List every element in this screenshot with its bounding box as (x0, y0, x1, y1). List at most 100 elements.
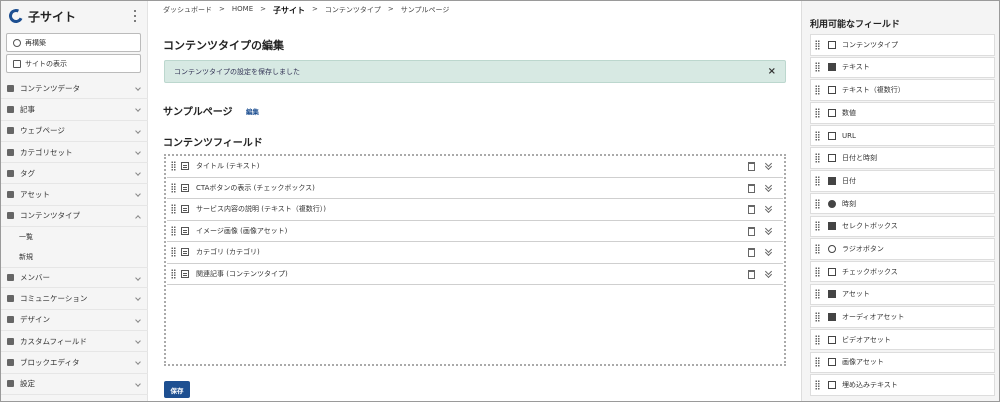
field-row[interactable]: タイトル (テキスト) (167, 156, 783, 178)
drag-handle-icon[interactable] (171, 161, 176, 172)
breadcrumb-content-type[interactable]: コンテンツタイプ (325, 5, 381, 16)
breadcrumb-dashboard[interactable]: ダッシュボード (163, 5, 212, 16)
available-field-multiline-text[interactable]: テキスト（複数行） (810, 79, 995, 101)
drag-handle-icon[interactable] (815, 153, 820, 164)
available-field-label: 画像アセット (842, 358, 884, 367)
view-site-button[interactable]: サイトの表示 (6, 54, 141, 73)
available-field-select[interactable]: セレクトボックス (810, 215, 995, 237)
available-field-text[interactable]: テキスト (810, 56, 995, 79)
sidebar-item-design[interactable]: デザイン (1, 310, 148, 331)
alert-message: コンテンツタイプの設定を保存しました (174, 67, 300, 76)
drag-handle-icon[interactable] (815, 266, 820, 277)
drag-handle-icon[interactable] (815, 289, 820, 300)
sidebar-item-member[interactable]: メンバー (1, 267, 148, 289)
trash-icon[interactable] (748, 248, 755, 257)
expand-chevron-icon[interactable] (765, 226, 773, 236)
drag-handle-icon[interactable] (815, 62, 820, 73)
sidebar-item-category-set[interactable]: カテゴリセット (1, 142, 148, 164)
trash-icon[interactable] (748, 205, 755, 214)
sidebar-item-asset[interactable]: アセット (1, 184, 148, 206)
field-row[interactable]: カテゴリ (カテゴリ) (167, 242, 783, 264)
drag-handle-icon[interactable] (815, 243, 820, 254)
sidebar-item-content-data[interactable]: コンテンツデータ (1, 78, 148, 100)
field-row[interactable]: CTAボタンの表示 (チェックボックス) (167, 178, 783, 199)
edit-link[interactable]: 編集 (246, 106, 259, 116)
drag-handle-icon[interactable] (815, 334, 820, 345)
sidebar-item-label: 記事 (20, 104, 35, 114)
more-menu-icon[interactable] (131, 10, 139, 22)
available-field-checkbox[interactable]: チェックボックス (810, 260, 995, 283)
trash-icon[interactable] (748, 269, 755, 279)
available-field-date[interactable]: 日付 (810, 170, 995, 192)
drag-handle-icon[interactable] (815, 39, 820, 50)
trash-icon[interactable] (748, 226, 755, 236)
available-field-video[interactable]: ビデオアセット (810, 328, 995, 351)
drag-handle-icon[interactable] (815, 312, 820, 322)
sidebar-item-communication[interactable]: コミュニケーション (1, 288, 148, 310)
sidebar-item-custom-field[interactable]: カスタムフィールド (1, 331, 148, 353)
drag-handle-icon[interactable] (815, 175, 820, 186)
trash-icon[interactable] (748, 162, 755, 171)
sidebar-item-content-type[interactable]: コンテンツタイプ (1, 206, 148, 228)
drag-handle-icon[interactable] (171, 225, 176, 236)
sidebar-subitem-new[interactable]: 新規 (1, 247, 148, 267)
breadcrumb: ダッシュボード > HOME > 子サイト > コンテンツタイプ > サンプルペ… (163, 5, 449, 16)
block-editor-icon (7, 358, 14, 366)
expand-chevron-icon[interactable] (765, 183, 773, 193)
drag-handle-icon[interactable] (815, 380, 820, 391)
available-field-datetime[interactable]: 日付と時刻 (810, 147, 995, 169)
expand-chevron-icon[interactable] (765, 269, 773, 279)
drag-handle-icon[interactable] (815, 130, 820, 141)
close-icon[interactable]: × (768, 66, 776, 77)
sidebar-item-page[interactable]: ウェブページ (1, 121, 148, 142)
drag-handle-icon[interactable] (815, 198, 820, 209)
drag-handle-icon[interactable] (171, 182, 176, 193)
drag-handle-icon[interactable] (815, 357, 820, 368)
field-row[interactable]: サービス内容の説明 (テキスト（複数行）) (167, 199, 783, 221)
save-button[interactable]: 保存 (164, 381, 190, 398)
expand-chevron-icon[interactable] (765, 247, 773, 257)
breadcrumb-site[interactable]: 子サイト (273, 5, 305, 16)
breadcrumb-home[interactable]: HOME (232, 5, 253, 16)
content-type-name: サンプルページ (163, 107, 233, 118)
sidebar-subitem-list[interactable]: 一覧 (1, 227, 148, 247)
available-field-number[interactable]: 数値 (810, 102, 995, 124)
available-field-embed-text[interactable]: 埋め込みテキスト (810, 374, 995, 396)
rebuild-button[interactable]: 再構築 (6, 33, 141, 52)
chevron-down-icon (135, 295, 141, 302)
chevron-down-icon (135, 359, 141, 366)
available-field-time[interactable]: 時刻 (810, 192, 995, 215)
expand-chevron-icon[interactable] (765, 161, 773, 171)
drag-handle-icon[interactable] (815, 221, 820, 232)
sidebar-item-tag[interactable]: タグ (1, 163, 148, 185)
available-field-image[interactable]: 画像アセット (810, 351, 995, 374)
field-label: CTAボタンの表示 (チェックボックス) (196, 183, 315, 192)
drag-handle-icon[interactable] (815, 85, 820, 96)
available-field-audio[interactable]: オーディオアセット (810, 306, 995, 328)
available-field-asset[interactable]: アセット (810, 283, 995, 306)
field-label: サービス内容の説明 (テキスト（複数行）) (196, 205, 326, 214)
sidebar-item-entry[interactable]: 記事 (1, 99, 148, 121)
brand[interactable]: 子サイト (1, 1, 147, 31)
sidebar-item-block-editor[interactable]: ブロックエディタ (1, 352, 148, 374)
chevron-down-icon (135, 106, 141, 113)
drag-handle-icon[interactable] (171, 204, 176, 215)
drag-handle-icon[interactable] (171, 247, 176, 258)
url-icon (828, 131, 836, 140)
field-row[interactable]: イメージ画像 (画像アセット) (167, 221, 783, 242)
available-field-url[interactable]: URL (810, 124, 995, 147)
available-fields-panel: 利用可能なフィールド コンテンツタイプ テキスト テキスト（複数行） 数値 UR… (801, 1, 999, 401)
available-field-label: 日付 (842, 176, 856, 185)
available-field-label: セレクトボックス (842, 222, 898, 231)
expand-chevron-icon[interactable] (765, 204, 773, 214)
available-field-radio[interactable]: ラジオボタン (810, 238, 995, 260)
available-field-content-type[interactable]: コンテンツタイプ (810, 34, 995, 56)
radio-icon (828, 244, 836, 253)
sidebar-item-settings[interactable]: 設定 (1, 374, 148, 395)
field-row[interactable]: 関連記事 (コンテンツタイプ) (167, 264, 783, 285)
available-field-label: 時刻 (842, 199, 856, 208)
trash-icon[interactable] (748, 183, 755, 193)
drag-handle-icon[interactable] (815, 107, 820, 118)
drag-handle-icon[interactable] (171, 268, 176, 279)
content-fields-dropzone[interactable]: タイトル (テキスト) CTAボタンの表示 (チェックボックス) サービス内容の… (164, 154, 786, 366)
